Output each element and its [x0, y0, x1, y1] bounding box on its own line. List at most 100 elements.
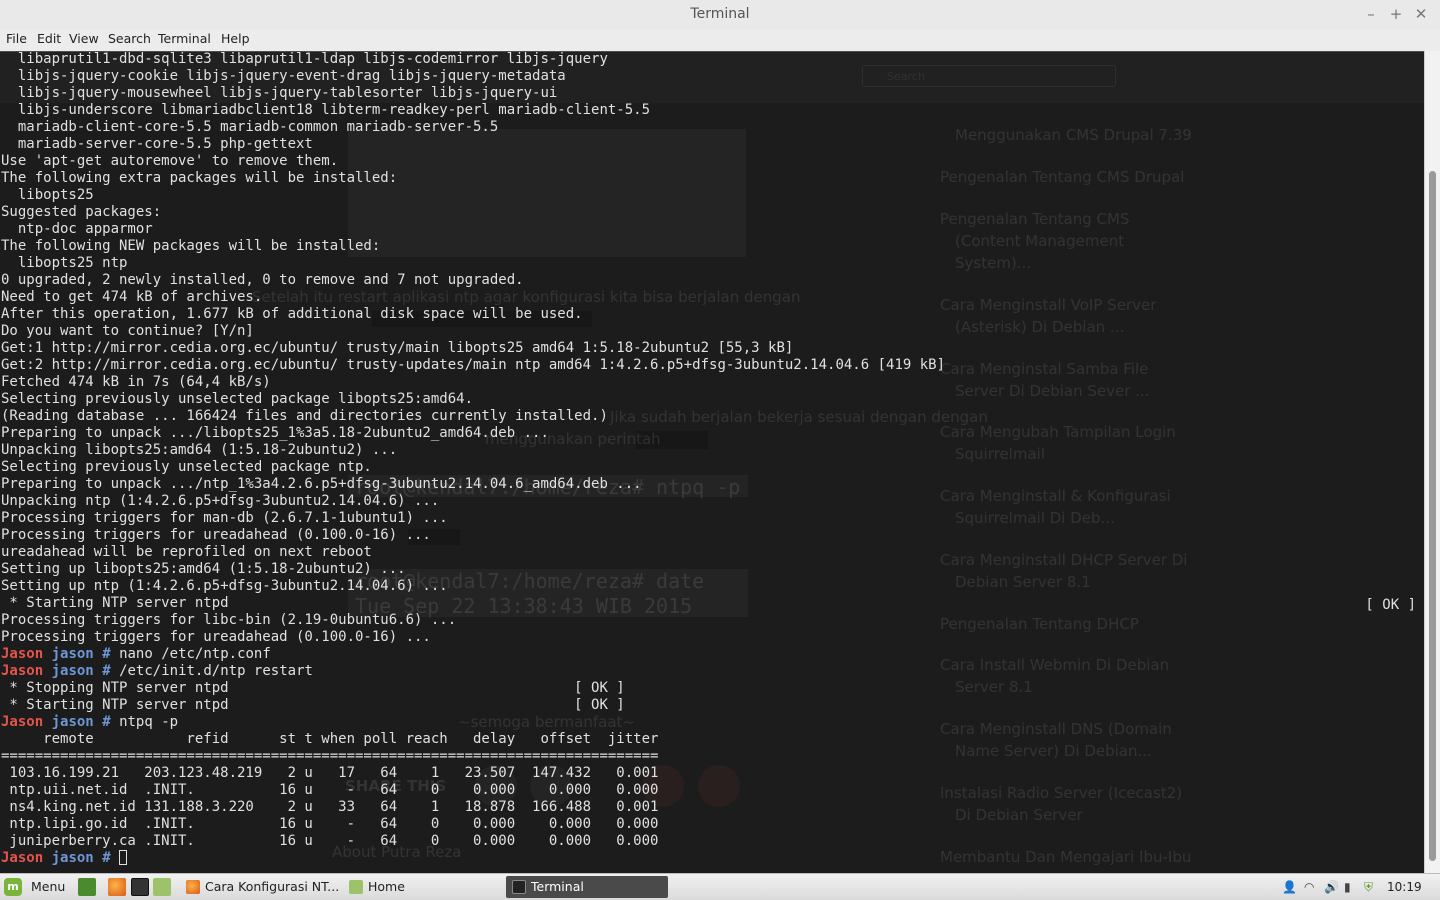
output-line: mariadb-server-core-5.5 php-gettext	[1, 136, 313, 152]
command-text: /etc/init.d/ntp restart	[119, 663, 313, 679]
task-label: Terminal	[531, 879, 584, 894]
firefox-icon	[186, 880, 200, 894]
output-line: Setting up ntp (1:4.2.6.p5+dfsg-3ubuntu2…	[1, 578, 448, 594]
terminal-area[interactable]: Search Setelah itu restart aplikasi ntp …	[0, 51, 1424, 873]
ghost-sidebar-link: Cara Menginstall & Konfigurasi	[940, 487, 1171, 505]
taskbar: m Menu Cara Konfigurasi NT... Home Termi…	[0, 873, 1440, 900]
ghost-sidebar-link: Debian Server 8.1	[955, 573, 1091, 591]
ghost-sidebar-link: Pengenalan Tentang CMS	[940, 210, 1130, 228]
menu-terminal[interactable]: Terminal	[158, 31, 211, 46]
menu-search[interactable]: Search	[108, 31, 151, 46]
output-line: The following NEW packages will be insta…	[1, 238, 381, 254]
output-line: libjs-underscore libmariadbclient18 libt…	[1, 102, 651, 118]
output-line: libopts25 ntp	[1, 255, 128, 271]
output-line: Processing triggers for ureadahead (0.10…	[1, 527, 431, 543]
ghost-sidebar-link: Membantu Dan Mengajari Ibu-Ibu	[940, 848, 1192, 866]
output-line: Fetched 474 kB in 7s (64,4 kB/s)	[1, 374, 271, 390]
user-icon[interactable]: 👤	[1282, 880, 1297, 894]
task-terminal[interactable]: Terminal	[506, 876, 668, 898]
close-button[interactable]: ✕	[1411, 4, 1431, 24]
output-line: libjs-jquery-cookie libjs-jquery-event-d…	[1, 68, 566, 84]
terminal-scrollbar[interactable]	[1424, 51, 1440, 873]
output-line: juniperberry.ca .INIT. 16 u - 64 0 0.000…	[1, 833, 659, 849]
prompt-host: jason	[51, 850, 94, 866]
terminal-output[interactable]: libaprutil1-dbd-sqlite3 libaprutil1-ldap…	[1, 51, 945, 867]
output-line: Processing triggers for man-db (2.6.7.1-…	[1, 510, 448, 526]
output-line: Need to get 474 kB of archives.	[1, 289, 263, 305]
output-line: 103.16.199.21 203.123.48.219 2 u 17 64 1…	[1, 765, 659, 781]
output-line: Unpacking ntp (1:4.2.6.p5+dfsg-3ubuntu2.…	[1, 493, 440, 509]
prompt-host: jason	[51, 646, 94, 662]
menubar: File Edit View Search Terminal Help	[0, 29, 1440, 52]
output-line: * Stopping NTP server ntpd [ OK ]	[1, 680, 625, 696]
ghost-sidebar-link: Instalasi Radio Server (Icecast2)	[940, 784, 1183, 802]
scrollbar-thumb[interactable]	[1429, 171, 1436, 861]
output-line: Unpacking libopts25:amd64 (1:5.18-2ubunt…	[1, 442, 398, 458]
output-line: ntp-doc apparmor	[1, 221, 153, 237]
prompt-symbol: #	[102, 850, 111, 866]
text-cursor	[119, 850, 128, 865]
network-icon[interactable]: ◠	[1304, 880, 1314, 894]
ghost-sidebar-link: (Content Management	[955, 232, 1125, 250]
output-line: (Reading database ... 166424 files and d…	[1, 408, 608, 424]
ghost-sidebar-link: Menggunakan CMS Drupal 7.39	[955, 126, 1192, 144]
terminal-launcher-icon[interactable]	[131, 878, 149, 896]
output-line: After this operation, 1.677 kB of additi…	[1, 306, 583, 322]
output-line: Get:2 http://mirror.cedia.org.ec/ubuntu/…	[1, 357, 946, 373]
ghost-sidebar-link: System)...	[955, 254, 1032, 272]
ghost-sidebar-link: Di Debian Server	[955, 806, 1083, 824]
files-launcher-icon[interactable]	[153, 878, 171, 896]
output-line: Preparing to unpack .../libopts25_1%3a5.…	[1, 425, 549, 441]
output-line: Selecting previously unselected package …	[1, 391, 474, 407]
ghost-sidebar-link: Name Server) Di Debian...	[955, 742, 1152, 760]
menu-file[interactable]: File	[6, 31, 27, 46]
firefox-launcher-icon[interactable]	[108, 878, 126, 896]
volume-icon[interactable]: 🔊	[1324, 880, 1339, 894]
output-line: * Starting NTP server ntpd	[1, 595, 229, 611]
battery-icon[interactable]: ▮	[1344, 880, 1351, 894]
output-line: ns4.king.net.id 131.188.3.220 2 u 33 64 …	[1, 799, 659, 815]
output-line: libjs-jquery-mousewheel libjs-jquery-tab…	[1, 85, 558, 101]
prompt-line: Jason jason #	[1, 850, 945, 867]
output-line: libaprutil1-dbd-sqlite3 libaprutil1-ldap…	[1, 51, 608, 67]
output-line: Use 'apt-get autoremove' to remove them.	[1, 153, 339, 169]
prompt-user: Jason	[1, 714, 44, 730]
output-line: Get:1 http://mirror.cedia.org.ec/ubuntu/…	[1, 340, 794, 356]
prompt-user: Jason	[1, 663, 44, 679]
prompt-line: Jason jason # ntpq -p	[1, 714, 945, 731]
status-ok-right: [ OK ]	[1365, 597, 1416, 613]
ghost-sidebar-link: Squirrelmail	[955, 445, 1045, 463]
prompt-symbol: #	[102, 663, 111, 679]
prompt-line: Jason jason # /etc/init.d/ntp restart	[1, 663, 945, 680]
prompt-symbol: #	[102, 714, 111, 730]
clock[interactable]: 10:19	[1387, 880, 1422, 894]
terminal-icon	[512, 880, 526, 894]
output-line: libopts25	[1, 187, 94, 203]
output-line: remote refid st t when poll reach delay …	[1, 731, 659, 747]
output-line: Suggested packages:	[1, 204, 162, 220]
menu-view[interactable]: View	[69, 31, 99, 46]
ghost-sidebar-link: Server 8.1	[955, 678, 1033, 696]
menu-edit[interactable]: Edit	[37, 31, 61, 46]
output-line: 0 upgraded, 2 newly installed, 0 to remo…	[1, 272, 524, 288]
task-firefox[interactable]: Cara Konfigurasi NT...	[180, 876, 343, 898]
output-line: Processing triggers for libc-bin (2.19-0…	[1, 612, 457, 628]
output-line: Selecting previously unselected package …	[1, 459, 372, 475]
folder-icon	[349, 880, 363, 894]
show-desktop-icon[interactable]	[78, 878, 96, 896]
mint-logo-icon: m	[4, 878, 22, 896]
task-label: Home	[368, 879, 405, 894]
ghost-sidebar-link: Cara Menginstall DNS (Domain	[940, 720, 1172, 738]
update-shield-icon[interactable]: ⛨	[1364, 880, 1373, 895]
output-line: Do you want to continue? [Y/n]	[1, 323, 254, 339]
prompt-symbol: #	[102, 646, 111, 662]
maximize-button[interactable]: +	[1386, 4, 1406, 24]
output-line: mariadb-client-core-5.5 mariadb-common m…	[1, 119, 499, 135]
window-titlebar[interactable]: Terminal – + ✕	[0, 0, 1440, 30]
ghost-sidebar-link: (Asterisk) Di Debian ...	[955, 318, 1125, 336]
task-home[interactable]: Home	[343, 876, 506, 898]
command-text: ntpq -p	[119, 714, 179, 730]
ghost-sidebar-link: Server Di Debian Sever ...	[955, 382, 1150, 400]
minimize-button[interactable]: –	[1361, 4, 1381, 24]
menu-help[interactable]: Help	[221, 31, 250, 46]
